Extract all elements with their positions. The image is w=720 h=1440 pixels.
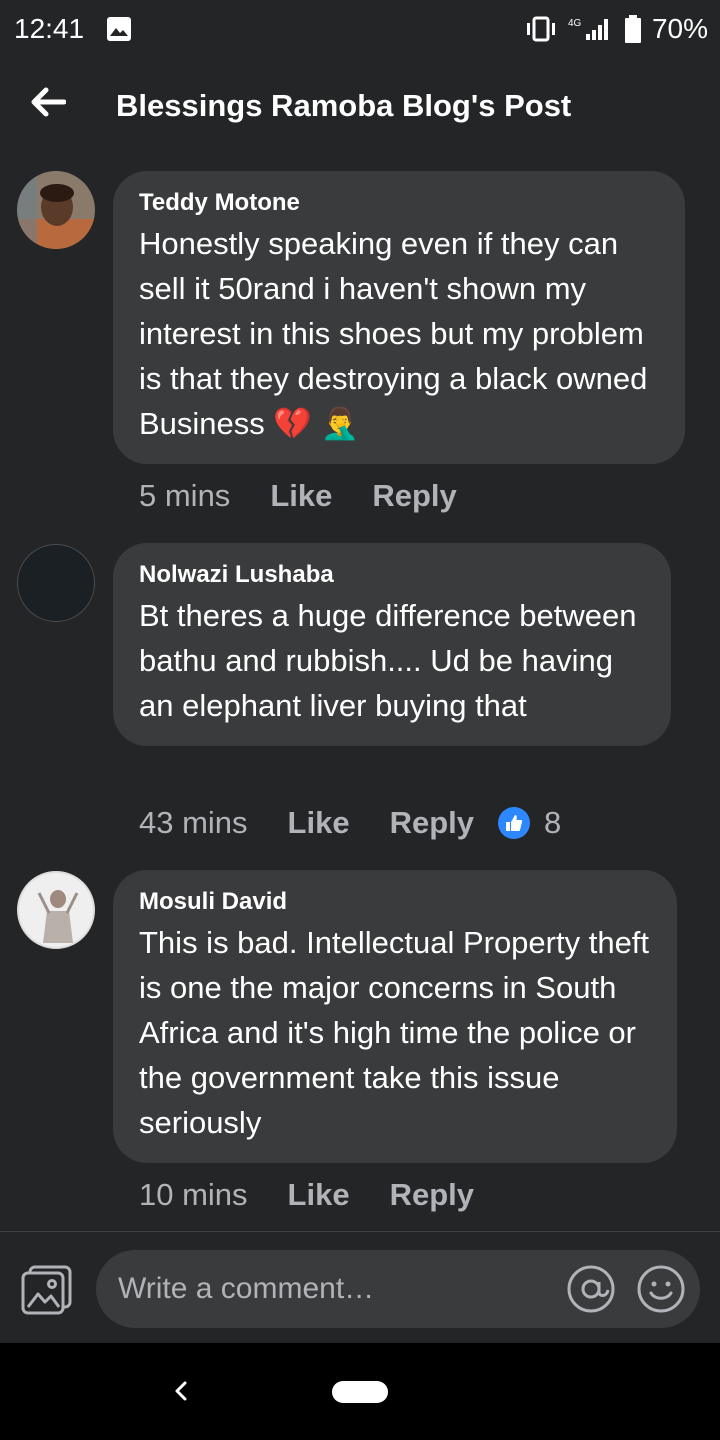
comment-bubble: Teddy Motone Honestly speaking even if t… [113,171,685,464]
like-button[interactable]: Like [270,478,332,514]
comment-time[interactable]: 10 mins [139,1177,248,1213]
battery-icon [624,15,641,43]
reaction-count: 8 [544,805,562,840]
comment-bubble: Nolwazi Lushaba Bt theres a huge differe… [113,543,671,746]
comment-author[interactable]: Teddy Motone [139,189,661,217]
avatar[interactable] [17,171,95,249]
back-button[interactable] [26,80,70,124]
comment-input[interactable]: Write a comment… [96,1250,700,1328]
status-time: 12:41 [14,13,85,44]
like-button[interactable]: Like [288,1177,350,1213]
system-nav-bar [0,1343,720,1440]
network-type: 4G [568,18,582,29]
avatar[interactable] [17,871,95,949]
comment-actions: 43 mins Like Reply 8 [139,805,561,841]
comment-time[interactable]: 43 mins [139,805,248,841]
comment-actions: 5 mins Like Reply [139,478,457,514]
comment-text: This is bad. Intellectual Property theft… [139,925,650,1140]
at-icon[interactable] [566,1264,616,1314]
comment-time[interactable]: 5 mins [139,478,230,514]
page-title: Blessings Ramoba Blog's Post [116,88,572,123]
comment-composer: Write a comment… [0,1231,720,1343]
comment-actions: 10 mins Like Reply [139,1177,474,1213]
avatar[interactable] [17,544,95,622]
header: Blessings Ramoba Blog's Post [0,60,720,152]
thumbs-up-icon [498,807,530,839]
comment-text: Honestly speaking even if they can sell … [139,226,648,441]
vibrate-icon [526,16,555,42]
reply-button[interactable]: Reply [390,805,474,841]
comment-bubble: Mosuli David This is bad. Intellectual P… [113,870,677,1163]
photo-icon[interactable] [20,1264,74,1316]
status-icons: 4G 70% [524,13,708,45]
like-button[interactable]: Like [288,805,350,841]
status-bar: 12:41 4G 70% [0,0,720,60]
reaction-summary[interactable]: 8 [498,805,561,841]
reply-button[interactable]: Reply [372,478,456,514]
battery-percent: 70% [651,13,708,44]
comment-author[interactable]: Nolwazi Lushaba [139,561,647,589]
emoji-icon[interactable] [636,1264,686,1314]
nav-home-pill[interactable] [332,1381,388,1403]
gallery-icon [107,17,131,41]
comment-author[interactable]: Mosuli David [139,888,653,916]
nav-back-icon[interactable] [166,1373,196,1409]
back-arrow-icon [31,87,66,117]
signal-icon: 4G [568,18,608,40]
comment-input-placeholder: Write a comment… [118,1272,375,1305]
comment-text: Bt theres a huge difference between bath… [139,598,637,723]
reply-button[interactable]: Reply [390,1177,474,1213]
